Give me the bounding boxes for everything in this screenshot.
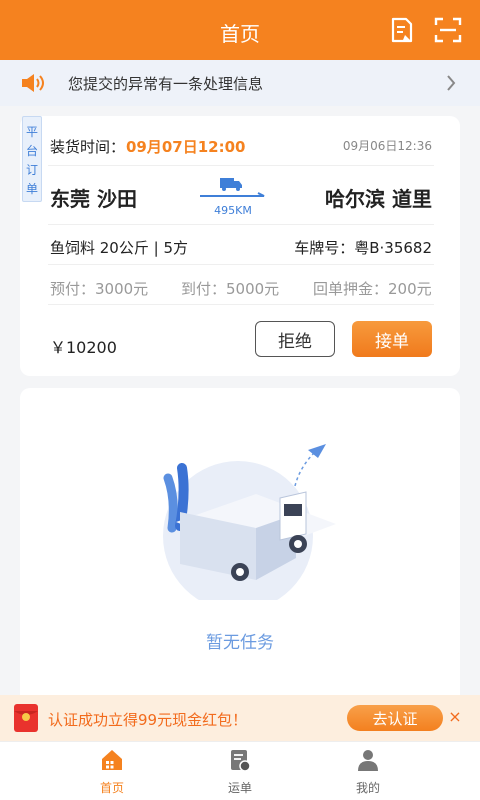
bottom-tab-bar: 首页 运单 我的 [0, 741, 480, 800]
cargo-info: 鱼饲料 20公斤 | 5方 [50, 239, 188, 257]
reject-button[interactable]: 拒绝 [255, 321, 335, 357]
red-envelope-icon [14, 704, 38, 732]
chevron-right-icon [447, 75, 456, 91]
promo-banner: 认证成功立得99元现金红包！ 去认证 × [0, 695, 480, 741]
promo-text: 认证成功立得99元现金红包！ [48, 711, 248, 729]
go-verify-button[interactable]: 去认证 [347, 705, 443, 731]
empty-truck-illustration [163, 444, 336, 600]
load-time-value: 09月07日12:00 [126, 138, 246, 156]
user-icon [358, 750, 378, 771]
route-distance: 495KM [214, 204, 252, 217]
publish-time: 09月06日12:36 [342, 139, 432, 153]
notice-bar[interactable]: 您提交的异常有一条处理信息 [0, 60, 480, 106]
truck-route-icon [200, 178, 265, 197]
receipt-deposit-amount: 回单押金：200元 [313, 280, 432, 298]
platform-order-tag: 平台订单 [22, 116, 42, 202]
tab-home-label: 首页 [99, 781, 124, 795]
tab-mine[interactable]: 我的 [328, 742, 408, 800]
order-price: ￥10200 [50, 338, 117, 357]
notice-text: 您提交的异常有一条处理信息 [68, 75, 264, 93]
top-bar: 首页 [0, 0, 480, 60]
route-indicator: 495KM [198, 174, 268, 218]
accept-order-button[interactable]: 接单 [352, 321, 432, 357]
tab-waybill[interactable]: 运单 [200, 742, 280, 800]
tab-mine-label: 我的 [355, 781, 380, 795]
home-icon [102, 750, 122, 770]
origin-city: 东莞 沙田 [50, 187, 137, 211]
divider [48, 304, 434, 305]
speaker-icon [22, 74, 44, 92]
divider [48, 165, 434, 166]
destination-city: 哈尔滨 道里 [325, 187, 432, 211]
on-arrival-amount: 到付：5000元 [181, 280, 280, 298]
empty-task-text: 暂无任务 [206, 633, 274, 653]
tab-waybill-label: 运单 [227, 781, 252, 795]
scan-icon[interactable] [434, 16, 462, 44]
prepay-amount: 预付：3000元 [50, 280, 149, 298]
tab-home[interactable]: 首页 [72, 742, 152, 800]
divider [48, 224, 434, 225]
waybill-icon [231, 750, 251, 772]
close-icon[interactable]: × [448, 707, 462, 726]
load-time-label: 装货时间： [50, 138, 126, 156]
plate-number: 车牌号：粤B·35682 [294, 239, 432, 257]
document-edit-icon[interactable] [388, 16, 416, 44]
divider [48, 264, 434, 265]
